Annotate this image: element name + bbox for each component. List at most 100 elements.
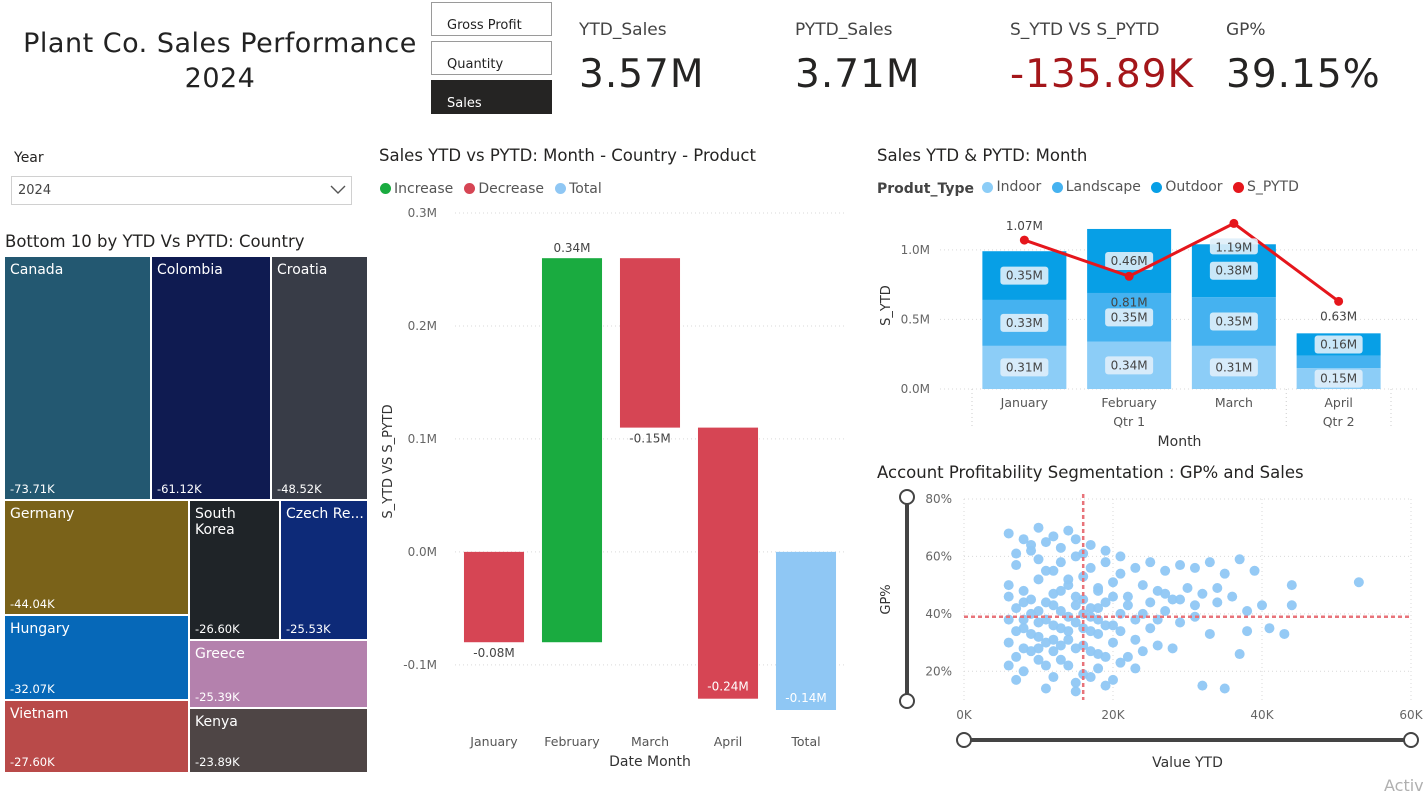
scatter-point — [1085, 539, 1096, 550]
treemap-tile-south-korea[interactable]: South Korea -26.60K — [189, 500, 280, 640]
scatter-point — [1055, 557, 1066, 568]
tile-name: Czech Re... — [286, 506, 364, 522]
scatter-point — [1055, 585, 1066, 596]
quantity-button-label: Quantity — [447, 57, 504, 72]
sales-button[interactable]: Sales — [431, 80, 552, 114]
legend-indoor[interactable]: Indoor — [982, 179, 1041, 195]
quarter-label: Qtr 1 — [1113, 414, 1145, 429]
scatter-point — [1182, 583, 1193, 594]
treemap-tile-czech[interactable]: Czech Re... -25.53K — [280, 500, 368, 640]
tile-value: -48.52K — [277, 482, 322, 496]
stacked-legend: Produt_Type Indoor Landscape Outdoor S_P… — [877, 179, 1305, 197]
scatter-point — [1160, 605, 1171, 616]
y-zoom-slider-handle[interactable] — [899, 693, 915, 709]
x-tick-label: April — [714, 734, 743, 749]
scatter-point — [1212, 583, 1223, 594]
scatter-point — [1070, 534, 1081, 545]
treemap-tile-greece[interactable]: Greece -25.39K — [189, 640, 368, 708]
legend-outdoor[interactable]: Outdoor — [1151, 179, 1223, 195]
scatter-point — [1070, 686, 1081, 697]
treemap-tile-kenya[interactable]: Kenya -23.89K — [189, 708, 368, 773]
scatter-point — [1048, 600, 1059, 611]
scatter-point — [1048, 672, 1059, 683]
scatter-point — [1070, 643, 1081, 654]
line-series-s-pytd — [1023, 221, 1340, 303]
scatter-point — [1145, 623, 1156, 634]
x-axis-title: Date Month — [609, 754, 691, 770]
treemap-tile-germany[interactable]: Germany -44.04K — [4, 500, 189, 615]
waterfall-bar — [697, 427, 759, 699]
tile-value: -25.53K — [286, 622, 331, 636]
scatter-point — [1122, 600, 1133, 611]
scatter-point — [1018, 623, 1029, 634]
waterfall-chart: -0.1M 0.0M 0.1M 0.2M 0.3M S_YTD VS S_PYTD -0.0… — [381, 206, 845, 770]
stacked-bar-segment — [1296, 355, 1381, 369]
scatter-point — [1234, 554, 1245, 565]
x-zoom-slider-handle[interactable] — [1403, 732, 1419, 748]
scatter-point — [1085, 562, 1096, 573]
legend-total[interactable]: Total — [555, 181, 602, 197]
scatter-point — [1219, 683, 1230, 694]
waterfall-bar — [775, 551, 837, 710]
scatter-point — [1093, 628, 1104, 639]
scatter-point — [1100, 680, 1111, 691]
scatter-point — [1234, 649, 1245, 660]
scatter-point — [1011, 651, 1022, 662]
scatter-point — [1160, 565, 1171, 576]
legend-dot — [982, 181, 994, 193]
scatter-point — [1018, 597, 1029, 608]
data-label: 0.15M — [1320, 372, 1357, 386]
scatter-point — [1085, 646, 1096, 657]
x-tick-label: 60K — [1399, 708, 1423, 722]
scatter-point — [1033, 605, 1044, 616]
treemap: Canada -73.71K Colombia -61.12K Croatia … — [4, 256, 368, 773]
y-tick-label: 60% — [925, 549, 952, 563]
legend-decrease[interactable]: Decrease — [464, 181, 544, 197]
scatter-point — [1003, 591, 1014, 602]
quarter-label: Qtr 2 — [1323, 414, 1355, 429]
gross-profit-button[interactable]: Gross Profit — [431, 2, 552, 36]
data-label: -0.08M — [473, 646, 514, 660]
treemap-tile-vietnam[interactable]: Vietnam -27.60K — [4, 700, 189, 773]
kpi-ytd-sales-label: YTD_Sales — [579, 20, 667, 40]
data-label: -0.14M — [785, 691, 826, 705]
y-tick-label: 0.1M — [408, 432, 437, 446]
tile-name: Germany — [10, 506, 75, 522]
tile-value: -61.12K — [157, 482, 202, 496]
year-dropdown-value: 2024 — [18, 183, 52, 198]
tile-name: Kenya — [195, 714, 238, 730]
legend-increase[interactable]: Increase — [380, 181, 453, 197]
tile-value: -27.60K — [10, 755, 55, 769]
legend-landscape[interactable]: Landscape — [1051, 179, 1141, 195]
scatter-point — [1130, 634, 1141, 645]
y-tick-label: -0.1M — [403, 658, 437, 672]
x-axis-title: Value YTD — [1152, 755, 1223, 771]
treemap-tile-croatia[interactable]: Croatia -48.52K — [271, 256, 368, 500]
treemap-tile-hungary[interactable]: Hungary -32.07K — [4, 615, 189, 700]
tile-name: Colombia — [157, 262, 223, 278]
scatter-point — [1175, 560, 1186, 571]
data-label: -0.15M — [629, 432, 670, 446]
legend-s-pytd[interactable]: S_PYTD — [1232, 179, 1299, 195]
scatter-point — [1033, 554, 1044, 565]
y-axis-title: GP% — [879, 584, 894, 614]
scatter-point — [1070, 591, 1081, 602]
stacked-title: Sales YTD & PYTD: Month — [877, 146, 1088, 165]
legend-label: S_PYTD — [1246, 179, 1299, 195]
tile-value: -26.60K — [195, 622, 240, 636]
year-dropdown[interactable]: 2024 — [11, 176, 352, 205]
treemap-tile-colombia[interactable]: Colombia -61.12K — [151, 256, 271, 500]
x-tick-label: 40K — [1250, 708, 1274, 722]
quantity-button[interactable]: Quantity — [431, 41, 552, 75]
scatter-point — [1130, 663, 1141, 674]
legend-dot — [1232, 181, 1244, 193]
data-label: 0.35M — [1215, 315, 1252, 329]
treemap-tile-canada[interactable]: Canada -73.71K — [4, 256, 151, 500]
legend-label: Decrease — [478, 180, 544, 197]
scatter-point — [1145, 557, 1156, 568]
y-zoom-slider-handle[interactable] — [899, 489, 915, 505]
scatter-point — [1115, 568, 1126, 579]
x-zoom-slider-handle[interactable] — [956, 732, 972, 748]
scatter-point — [1003, 660, 1014, 671]
data-label: 0.35M — [1006, 269, 1043, 283]
